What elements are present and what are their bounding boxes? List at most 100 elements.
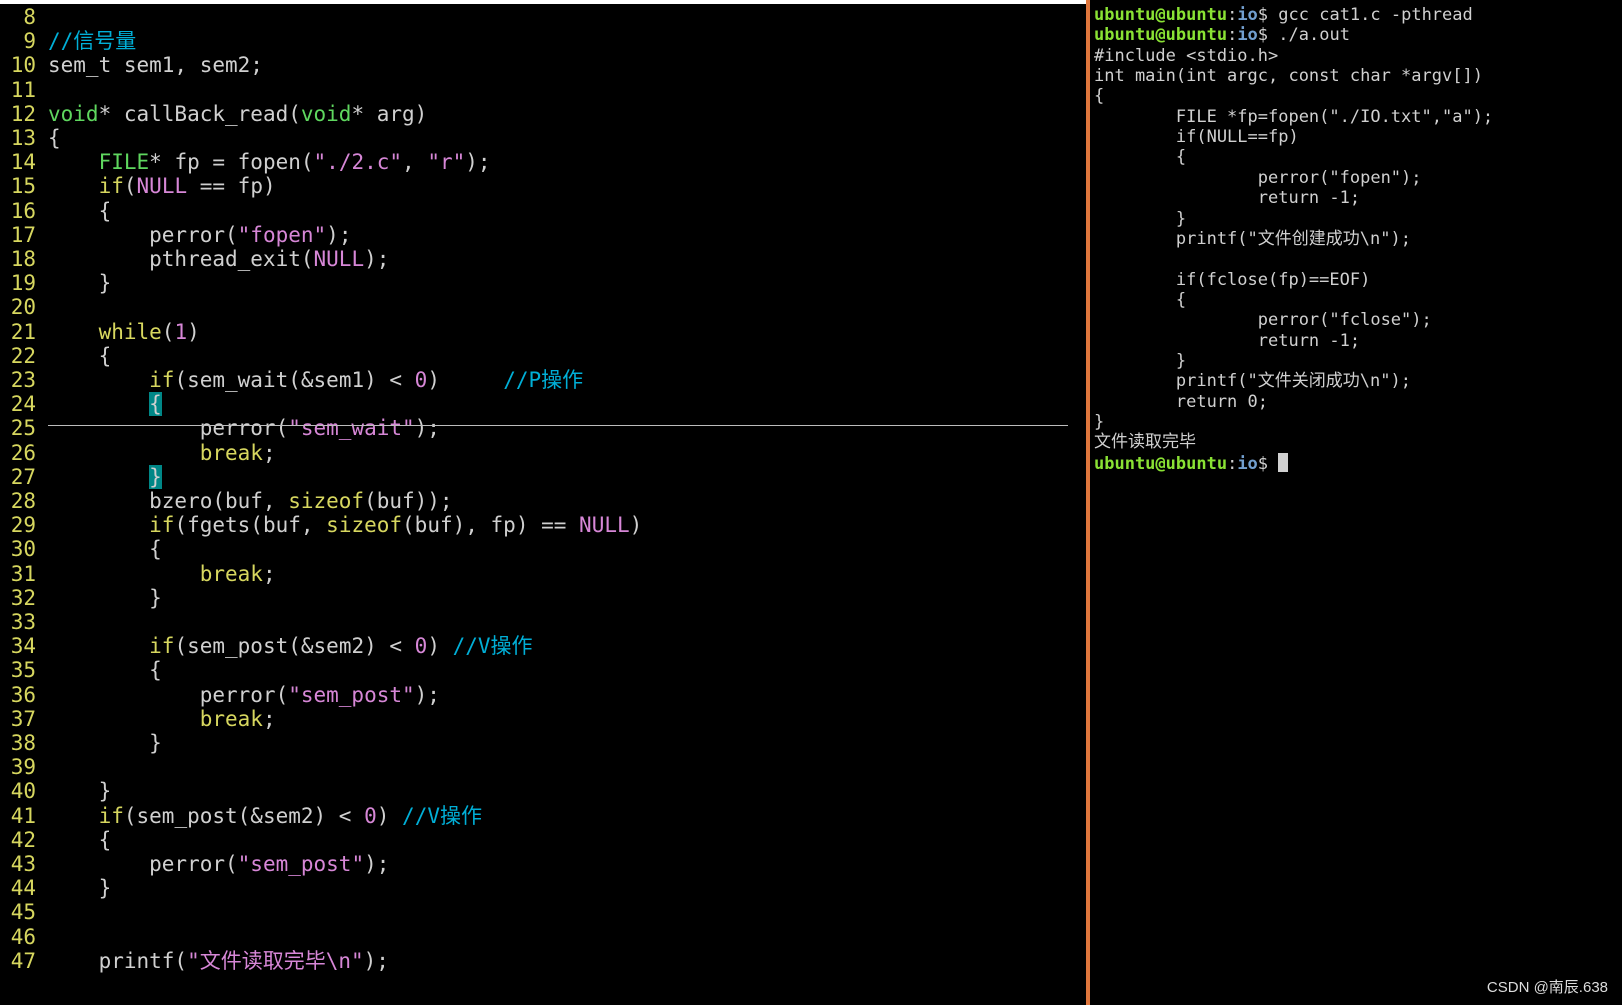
code-line[interactable]: 12 void* callBack_read(void* arg) [0, 101, 428, 127]
code-text: pthread_exit(NULL); [36, 247, 389, 272]
code-token: ; [262, 706, 276, 731]
code-text: bzero(buf, sizeof(buf)); [36, 489, 453, 514]
line-number: 44 [10, 876, 36, 901]
line-number: 30 [10, 537, 36, 562]
code-token: { [48, 827, 112, 852]
line-number: 45 [10, 900, 36, 925]
code-token: NULL [136, 174, 188, 199]
line-number: 15 [10, 174, 36, 199]
code-line[interactable]: 32 } [0, 586, 162, 611]
prompt-dollar: $ [1257, 25, 1269, 46]
code-text: //信号量 [36, 29, 136, 54]
code-text: if(sem_post(&sem2) < 0) //V操作 [36, 634, 532, 659]
code-line[interactable]: 44 } [0, 876, 112, 901]
code-line[interactable]: 33 [0, 610, 48, 635]
vim-editor-pane[interactable]: 8 9//信号量 10 sem_t sem1, sem2; 11 12 void* call… [0, 0, 1086, 1005]
code-token: * arg) [351, 101, 428, 126]
code-line[interactable]: 11 [0, 78, 48, 103]
line-number: 43 [10, 852, 36, 876]
code-token: ( [161, 319, 175, 344]
code-line[interactable]: 41 if(sem_post(&sem2) < 0) //V操作 [0, 804, 482, 829]
code-line[interactable]: 45 [0, 900, 48, 925]
code-line[interactable]: 17 perror("fopen"); [0, 222, 352, 248]
code-line[interactable]: 31 break; [0, 562, 276, 587]
code-token: } [48, 779, 112, 804]
code-token: ) [427, 634, 453, 659]
code-line[interactable]: 25 perror("sem_wait"); [0, 416, 440, 441]
code-token: ); [414, 682, 440, 707]
line-number: 37 [10, 706, 36, 731]
code-token: (buf), fp) == [402, 513, 580, 538]
code-line[interactable]: 36 perror("sem_post"); [0, 683, 440, 708]
code-line[interactable]: 8 [0, 5, 48, 30]
code-token: void [300, 101, 352, 126]
code-line[interactable]: 39 [0, 755, 48, 780]
code-token: perror( [48, 416, 289, 441]
code-token: printf( [48, 948, 188, 973]
code-line[interactable]: 21 while(1) [0, 320, 200, 345]
code-token: ); [326, 222, 352, 247]
line-number: 23 [10, 368, 36, 392]
code-line[interactable]: 13 { [0, 126, 61, 151]
code-text: { [36, 827, 112, 853]
code-line[interactable]: 14 FILE* fp = fopen("./2.c", "r"); [0, 150, 491, 175]
code-text: } [36, 586, 162, 611]
code-line[interactable]: 43 perror("sem_post"); [0, 852, 390, 877]
code-line[interactable]: 42 { [0, 827, 112, 853]
code-line[interactable]: 10 sem_t sem1, sem2; [0, 53, 263, 78]
code-token: perror( [48, 222, 238, 247]
terminal-output-text: { [1094, 289, 1187, 310]
code-text: } [36, 271, 112, 296]
code-line[interactable]: 15 if(NULL == fp) [0, 174, 276, 199]
terminal-pane[interactable]: ubuntu@ubuntu:io$ gcc cat1.c -pthread ubu… [1090, 0, 1622, 1005]
code-line[interactable]: 18 pthread_exit(NULL); [0, 247, 390, 272]
code-text: perror("sem_wait"); [36, 416, 440, 441]
terminal-cursor[interactable] [1278, 452, 1289, 472]
terminal-line: { [1094, 147, 1186, 168]
terminal-line: printf("文件创建成功\n"); [1094, 229, 1411, 250]
code-line[interactable]: 16 { [0, 198, 112, 224]
code-line[interactable]: 26 break; [0, 441, 276, 466]
code-line[interactable]: 19 } [0, 271, 112, 296]
code-token: ; [262, 561, 276, 586]
code-line[interactable]: 47 printf("文件读取完毕\n"); [0, 949, 389, 974]
code-line[interactable]: 9 //信号量 [0, 29, 136, 54]
code-line[interactable]: 20 [0, 295, 48, 320]
code-line[interactable]: 34 if(sem_post(&sem2) < 0) //V操作 [0, 634, 533, 659]
code-line[interactable]: 27 } [0, 464, 162, 490]
prompt-user: ubuntu@ubuntu [1094, 25, 1228, 46]
code-text: if(sem_wait(&sem1) < 0) //P操作 [36, 368, 583, 393]
code-line[interactable]: 35 { [0, 658, 162, 683]
line-number: 16 [10, 198, 36, 223]
code-line[interactable]: 24 { [0, 392, 162, 417]
terminal-output-text: if(fclose(fp)==EOF) [1094, 269, 1371, 290]
code-line[interactable]: 38 } [0, 731, 162, 756]
code-token: ) [376, 803, 403, 828]
code-token: (buf)); [364, 489, 453, 513]
code-line[interactable]: 46 [0, 925, 48, 950]
terminal-output-text: if(NULL==fp) [1094, 127, 1299, 148]
code-line[interactable]: 29 if(fgets(buf, sizeof(buf), fp) == NUL… [0, 513, 643, 538]
line-number: 12 [10, 101, 36, 126]
code-line[interactable]: 30 { [0, 537, 162, 562]
code-line[interactable]: 28 bzero(buf, sizeof(buf)); [0, 489, 453, 514]
code-text: printf("文件读取完毕\n"); [36, 949, 389, 974]
terminal-line: perror("fclose"); [1094, 310, 1432, 331]
code-line[interactable]: 37 break; [0, 707, 276, 732]
prompt-separator: : [1227, 453, 1238, 474]
code-token: perror( [48, 682, 289, 707]
line-number: 39 [10, 755, 36, 780]
code-text: } [36, 876, 112, 901]
terminal-line: if(fclose(fp)==EOF) [1094, 270, 1370, 291]
code-line[interactable]: 23 if(sem_wait(&sem1) < 0) //P操作 [0, 368, 583, 393]
code-line[interactable]: 40 } [0, 779, 112, 804]
terminal-output-text: } [1094, 208, 1187, 229]
line-number: 8 [23, 5, 36, 29]
code-line[interactable]: 22 { [0, 344, 112, 369]
terminal-line: ubuntu@ubuntu:io$ ./a.out [1094, 25, 1350, 46]
